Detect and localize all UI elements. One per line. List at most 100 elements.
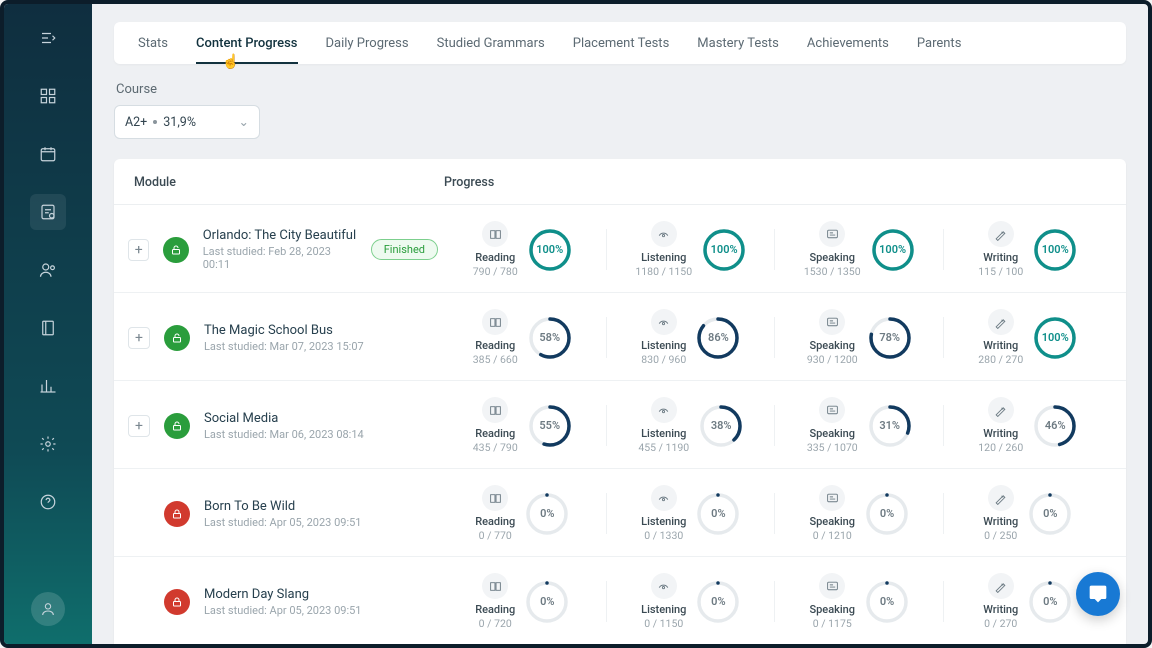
skill-count: 0 / 270 <box>984 617 1017 630</box>
sidebar-help-icon[interactable] <box>30 484 66 520</box>
course-pct: 31,9% <box>163 115 196 130</box>
skill-count: 830 / 960 <box>641 353 686 366</box>
skill-label: Listening <box>641 603 686 616</box>
skill-count: 0 / 250 <box>984 529 1017 542</box>
progress-ring: 100% <box>528 228 572 272</box>
module-info: Orlando: The City Beautiful Last studied… <box>203 228 357 271</box>
skill-writing: Writing 280 / 270 100% <box>944 309 1113 366</box>
tab-parents[interactable]: Parents <box>917 22 962 64</box>
progress-ring: 0% <box>865 580 909 624</box>
modules-table: Module Progress + Orlando: The City Beau… <box>114 159 1126 644</box>
progress-ring: 100% <box>871 228 915 272</box>
chat-fab[interactable] <box>1076 572 1120 616</box>
chevron-down-icon: ⌄ <box>239 114 249 130</box>
skill-count: 385 / 660 <box>473 353 518 366</box>
skill-reading: Reading 385 / 660 58% <box>438 309 607 366</box>
module-title: Orlando: The City Beautiful <box>203 228 357 243</box>
sidebar-profile-icon[interactable] <box>31 592 65 626</box>
skills-row: Reading 435 / 790 55% Listening 455 / 11… <box>438 397 1112 454</box>
progress-ring: 100% <box>1033 316 1077 360</box>
skill-label: Listening <box>641 515 686 528</box>
app-frame: Stats Content Progress Daily Progress Studi… <box>0 0 1152 648</box>
skill-listening: Listening 0 / 1150 0% <box>607 573 776 630</box>
expand-button[interactable]: + <box>128 415 150 437</box>
skill-count: 1530 / 1350 <box>804 265 861 278</box>
skill-label: Writing <box>983 251 1018 264</box>
skill-label: Speaking <box>809 603 855 616</box>
skill-speaking: Speaking 0 / 1175 0% <box>775 573 944 630</box>
sidebar-dashboard-icon[interactable] <box>30 78 66 114</box>
module-title: The Magic School Bus <box>204 323 364 338</box>
skill-writing: Writing 115 / 100 100% <box>944 221 1113 278</box>
listening-icon <box>651 397 677 423</box>
skill-count: 0 / 1150 <box>644 617 683 630</box>
progress-ring: 0% <box>696 492 740 536</box>
skill-speaking: Speaking 335 / 1070 31% <box>775 397 944 454</box>
skill-listening: Listening 1180 / 1150 100% <box>607 221 776 278</box>
expand-button[interactable]: + <box>128 239 149 261</box>
dot-separator <box>153 120 157 124</box>
progress-ring: 78% <box>868 316 912 360</box>
progress-ring: 46% <box>1033 404 1077 448</box>
skill-listening: Listening 830 / 960 86% <box>607 309 776 366</box>
progress-ring: 0% <box>865 492 909 536</box>
writing-icon <box>988 485 1014 511</box>
sidebar-settings-icon[interactable] <box>30 426 66 462</box>
tab-achievements[interactable]: Achievements <box>807 22 889 64</box>
finished-badge: Finished <box>371 239 438 260</box>
col-progress-header: Progress <box>444 175 1106 190</box>
main-panel: Stats Content Progress Daily Progress Studi… <box>92 4 1148 644</box>
progress-ring: 0% <box>525 580 569 624</box>
speaking-icon <box>819 397 845 423</box>
skill-listening: Listening 0 / 1330 0% <box>607 485 776 542</box>
skill-reading: Reading 0 / 720 0% <box>438 573 607 630</box>
skill-count: 1180 / 1150 <box>635 265 692 278</box>
listening-icon <box>651 485 677 511</box>
skill-label: Reading <box>475 339 515 352</box>
listening-icon <box>651 309 677 335</box>
module-info: Born To Be Wild Last studied: Apr 05, 20… <box>204 499 361 529</box>
sidebar-report-icon[interactable] <box>30 194 66 230</box>
sidebar-chart-icon[interactable] <box>30 368 66 404</box>
skill-count: 455 / 1190 <box>638 441 689 454</box>
skill-label: Reading <box>475 251 515 264</box>
skill-count: 0 / 720 <box>479 617 512 630</box>
tab-mastery-tests[interactable]: Mastery Tests <box>697 22 779 64</box>
tab-placement-tests[interactable]: Placement Tests <box>573 22 670 64</box>
expand-placeholder <box>128 591 150 613</box>
skill-label: Speaking <box>809 427 855 440</box>
module-last-studied: Last studied: Apr 05, 2023 09:51 <box>204 604 361 617</box>
skills-row: Reading 790 / 780 100% Listening 1180 / … <box>438 221 1112 278</box>
sidebar-users-icon[interactable] <box>30 252 66 288</box>
tab-studied-grammars[interactable]: Studied Grammars <box>437 22 545 64</box>
sidebar-collapse-icon[interactable] <box>30 20 66 56</box>
progress-ring: 0% <box>696 580 740 624</box>
skill-speaking: Speaking 930 / 1200 78% <box>775 309 944 366</box>
progress-ring: 0% <box>1028 492 1072 536</box>
skill-count: 0 / 1175 <box>813 617 852 630</box>
progress-ring: 100% <box>1033 228 1077 272</box>
course-level: A2+ <box>125 115 147 130</box>
skill-reading: Reading 435 / 790 55% <box>438 397 607 454</box>
progress-ring: 0% <box>1028 580 1072 624</box>
tab-daily-progress[interactable]: Daily Progress <box>326 22 409 64</box>
skill-reading: Reading 0 / 770 0% <box>438 485 607 542</box>
sidebar-book-icon[interactable] <box>30 310 66 346</box>
col-module-header: Module <box>134 175 444 190</box>
tab-content-progress[interactable]: Content Progress <box>196 22 297 64</box>
unlock-icon <box>164 325 190 351</box>
sidebar-calendar-icon[interactable] <box>30 136 66 172</box>
expand-placeholder <box>128 503 150 525</box>
skill-label: Speaking <box>809 339 855 352</box>
skill-label: Writing <box>983 515 1018 528</box>
expand-button[interactable]: + <box>128 327 150 349</box>
course-select[interactable]: A2+ 31,9% ⌄ <box>114 105 260 139</box>
progress-ring: 31% <box>868 404 912 448</box>
tab-bar: Stats Content Progress Daily Progress Studi… <box>114 22 1126 64</box>
skill-count: 930 / 1200 <box>807 353 858 366</box>
skill-listening: Listening 455 / 1190 38% <box>607 397 776 454</box>
module-last-studied: Last studied: Mar 06, 2023 08:14 <box>204 428 364 441</box>
tab-stats[interactable]: Stats <box>138 22 168 64</box>
module-last-studied: Last studied: Apr 05, 2023 09:51 <box>204 516 361 529</box>
reading-icon <box>482 485 508 511</box>
